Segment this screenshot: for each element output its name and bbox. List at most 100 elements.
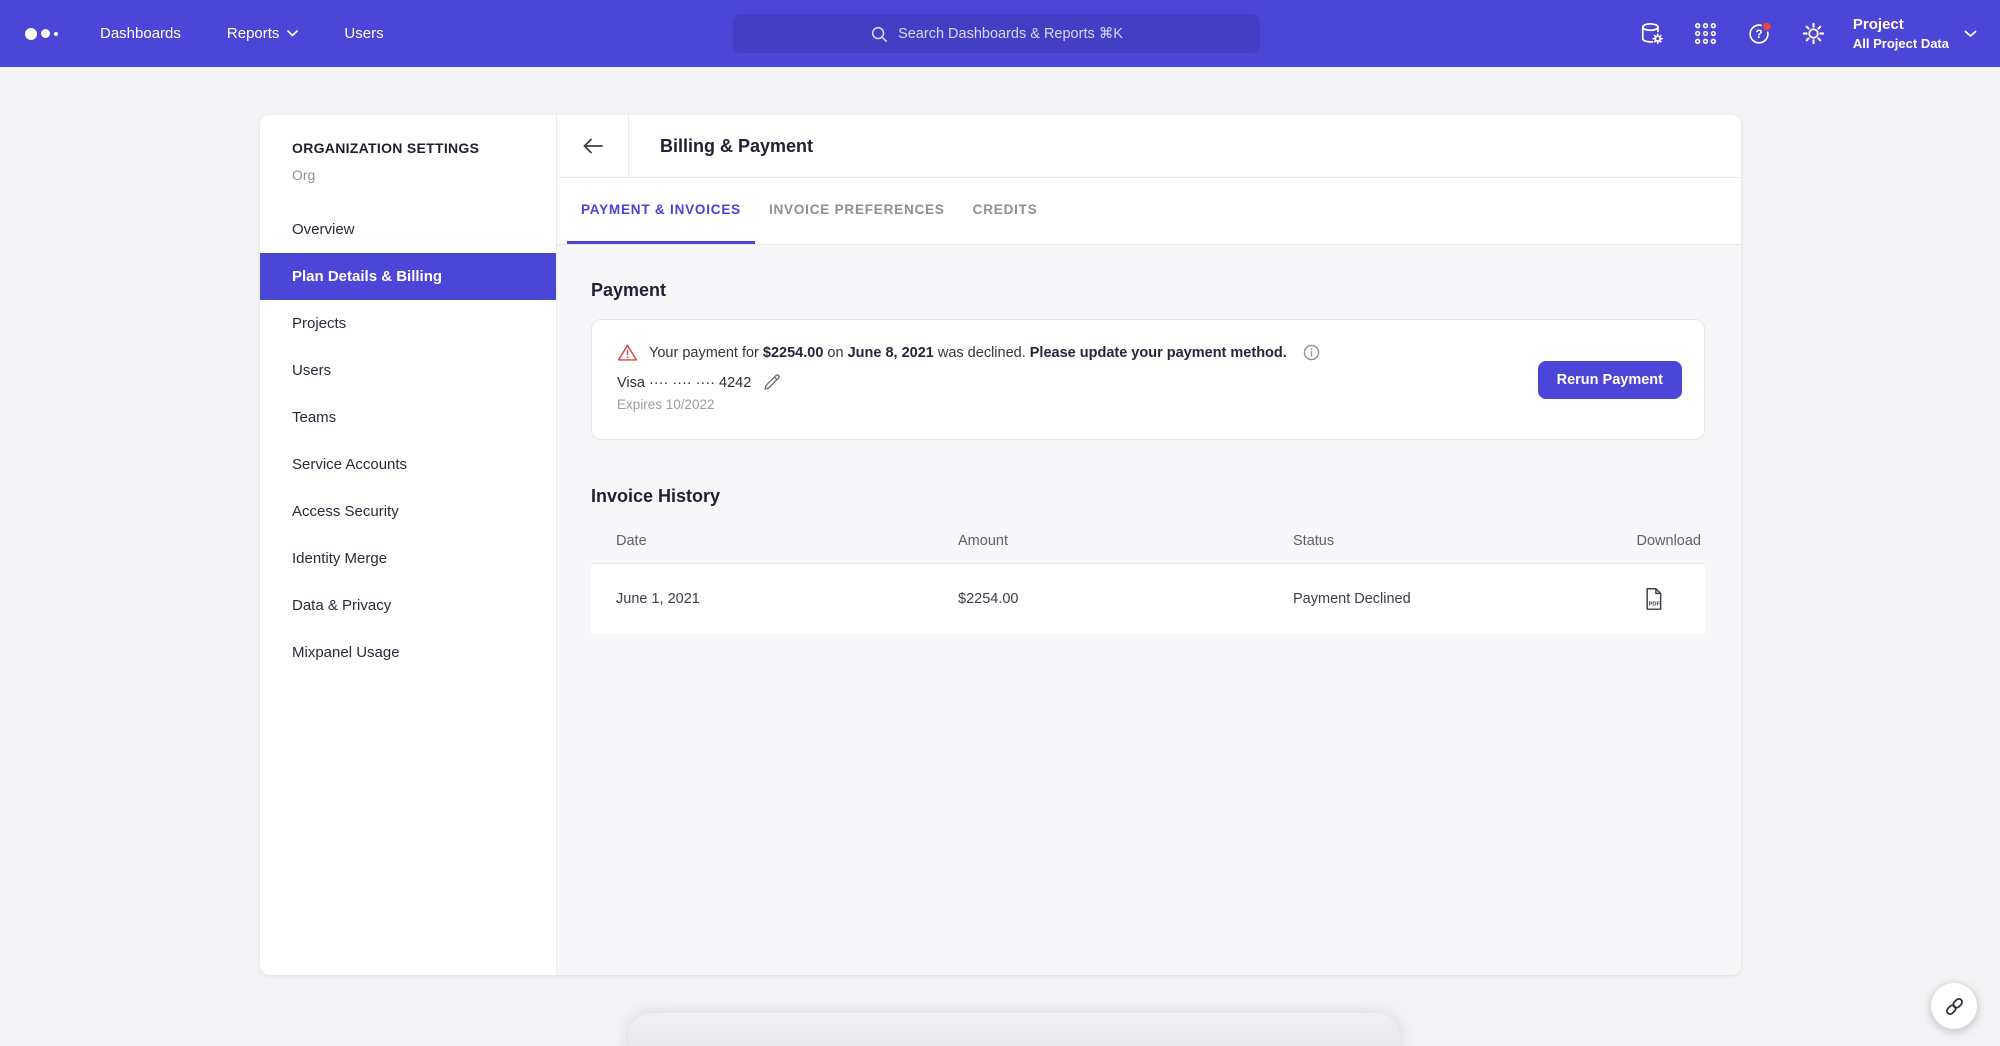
project-label: Project [1853,16,1949,33]
sidebar-item-label: Identity Merge [292,550,387,567]
sidebar-item-label: Plan Details & Billing [292,268,442,285]
logo-dot [54,32,58,36]
help-glyph: ? [1755,29,1762,41]
sidebar-item-identity-merge[interactable]: Identity Merge [260,535,556,582]
sidebar-item-data-privacy[interactable]: Data & Privacy [260,582,556,629]
billing-main-pane: Billing & Payment PAYMENT & INVOICES INV… [557,115,1741,975]
settings-card: ORGANIZATION SETTINGS Org Overview Plan … [260,115,1741,975]
data-management-icon[interactable] [1639,21,1665,47]
sidebar-item-overview[interactable]: Overview [260,206,556,253]
nav-item-label: Users [344,25,383,42]
warning-text: Your payment for $2254.00 on June 8, 202… [649,345,1287,361]
sidebar-item-projects[interactable]: Projects [260,300,556,347]
invoice-date-cell: June 1, 2021 [591,591,958,607]
nav-right-cluster: ? Project All Project Data [1611,0,1977,67]
link-icon [1943,995,1966,1018]
declined-amount: $2254.00 [763,345,823,361]
nav-item-users[interactable]: Users [344,25,383,42]
column-header-amount: Amount [958,533,1293,549]
page-title: Billing & Payment [629,115,813,177]
apps-grid-icon[interactable] [1693,21,1719,47]
billing-tabs: PAYMENT & INVOICES INVOICE PREFERENCES C… [557,178,1741,245]
payment-declined-warning: Your payment for $2254.00 on June 8, 202… [617,343,1679,362]
tab-invoice-preferences[interactable]: INVOICE PREFERENCES [755,178,959,244]
search-icon [870,25,888,43]
nav-item-reports[interactable]: Reports [227,25,299,42]
sidebar-heading: ORGANIZATION SETTINGS [292,140,556,156]
sidebar-item-label: Teams [292,409,336,426]
edit-pencil-icon[interactable] [762,373,781,392]
top-navbar: Dashboards Reports Users Search Dashboar… [0,0,2000,67]
project-text: Project All Project Data [1853,16,1949,51]
sidebar-item-users[interactable]: Users [260,347,556,394]
mixpanel-logo[interactable] [25,28,58,40]
project-value: All Project Data [1853,36,1949,51]
card-summary: Visa ···· ···· ···· 4242 [617,375,751,391]
invoice-status-cell: Payment Declined [1293,591,1634,607]
logo-dot [41,29,50,38]
project-switcher[interactable]: Project All Project Data [1853,16,1977,51]
notification-badge [1762,22,1771,31]
sidebar-item-label: Projects [292,315,346,332]
table-row: June 1, 2021 $2254.00 Payment Declined P… [591,563,1705,634]
warning-text-segment: was declined. [934,345,1030,361]
sidebar-item-label: Access Security [292,503,399,520]
sidebar-item-label: Service Accounts [292,456,407,473]
invoice-download-cell: PDF [1634,587,1705,611]
card-expiry: Expires 10/2022 [617,397,1679,412]
invoice-history-heading: Invoice History [591,486,1705,507]
tab-label: INVOICE PREFERENCES [769,202,945,217]
sidebar-item-service-accounts[interactable]: Service Accounts [260,441,556,488]
payment-method-row: Visa ···· ···· ···· 4242 [617,373,1679,392]
warning-text-segment: on [823,345,847,361]
bottom-peek-panel [628,1013,1400,1046]
pdf-download-icon[interactable]: PDF [1643,587,1664,611]
column-header-status: Status [1293,533,1634,549]
settings-gear-icon[interactable] [1801,21,1827,47]
nav-item-dashboards[interactable]: Dashboards [100,25,181,42]
column-header-date: Date [591,533,958,549]
payment-section-heading: Payment [591,280,1705,301]
org-settings-sidebar: ORGANIZATION SETTINGS Org Overview Plan … [260,115,557,975]
chevron-down-icon [287,30,298,37]
invoice-amount-cell: $2254.00 [958,591,1293,607]
declined-date: June 8, 2021 [848,345,934,361]
invoice-table-header: Date Amount Status Download [591,519,1705,563]
invoice-table: Date Amount Status Download June 1, 2021… [591,519,1705,634]
page-header: Billing & Payment [557,115,1741,178]
nav-item-label: Reports [227,25,280,42]
rerun-payment-button[interactable]: Rerun Payment [1538,361,1682,399]
tab-label: CREDITS [973,202,1038,217]
sidebar-item-mixpanel-usage[interactable]: Mixpanel Usage [260,629,556,676]
tab-payment-invoices[interactable]: PAYMENT & INVOICES [567,178,755,244]
sidebar-item-label: Mixpanel Usage [292,644,400,661]
chevron-down-icon [1964,30,1977,38]
column-header-download: Download [1634,533,1705,549]
warning-text-segment: Your payment for [649,345,763,361]
back-arrow-icon [582,138,604,154]
help-icon[interactable]: ? [1747,21,1773,47]
warning-action-text: Please update your payment method. [1030,345,1287,361]
share-link-button[interactable] [1931,983,1977,1029]
sidebar-item-label: Users [292,362,331,379]
pdf-label: PDF [1649,602,1661,608]
back-button[interactable] [557,115,629,177]
sidebar-items: Overview Plan Details & Billing Projects… [260,206,556,676]
sidebar-item-teams[interactable]: Teams [260,394,556,441]
sidebar-item-plan-details-billing[interactable]: Plan Details & Billing [260,253,556,300]
info-icon[interactable] [1303,344,1320,361]
global-search-input[interactable]: Search Dashboards & Reports ⌘K [733,14,1260,53]
search-placeholder: Search Dashboards & Reports ⌘K [898,26,1123,42]
tab-credits[interactable]: CREDITS [959,178,1052,244]
sidebar-item-access-security[interactable]: Access Security [260,488,556,535]
tab-label: PAYMENT & INVOICES [581,202,741,217]
nav-links: Dashboards Reports Users [100,25,384,42]
tab-content: Payment Your payment for $2254.00 on Jun… [557,245,1741,975]
nav-item-label: Dashboards [100,25,181,42]
sidebar-item-label: Overview [292,221,355,238]
payment-card: Your payment for $2254.00 on June 8, 202… [591,319,1705,440]
warning-triangle-icon [617,343,638,362]
logo-dot [25,28,37,40]
org-name: Org [292,167,556,183]
sidebar-item-label: Data & Privacy [292,597,391,614]
